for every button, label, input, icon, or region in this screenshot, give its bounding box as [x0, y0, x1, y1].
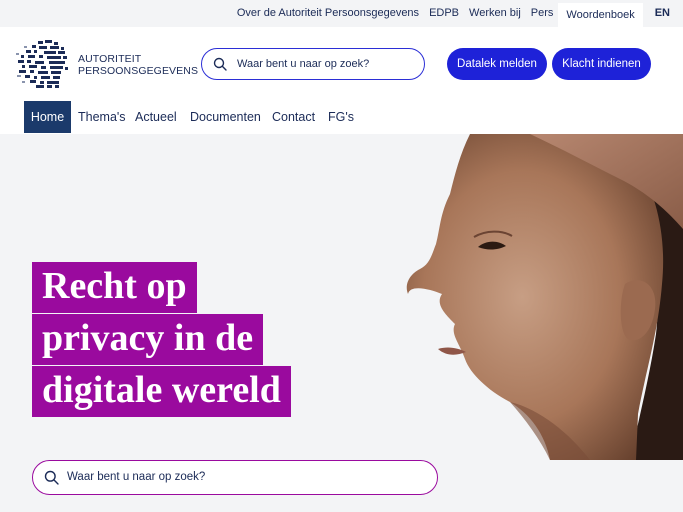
hero-search-input[interactable] [67, 461, 427, 493]
logo-line-2: PERSOONSGEGEVENS [78, 65, 199, 77]
klacht-indienen-button[interactable]: Klacht indienen [552, 48, 651, 80]
headline-line-2: privacy in de [32, 313, 291, 365]
hero-headline: Recht op privacy in de digitale wereld [32, 261, 291, 417]
link-werken-bij[interactable]: Werken bij [464, 0, 526, 27]
nav-item-documenten[interactable]: Documenten [190, 101, 261, 133]
link-edpb[interactable]: EDPB [424, 0, 464, 27]
site-logo[interactable]: AUTORITEIT PERSOONSGEGEVENS [16, 39, 198, 89]
datalek-melden-button[interactable]: Datalek melden [447, 48, 547, 80]
header-search[interactable] [201, 48, 425, 80]
site-header: AUTORITEIT PERSOONSGEGEVENS Datalek meld… [0, 27, 683, 101]
link-pers[interactable]: Pers [526, 0, 559, 27]
header-search-input[interactable] [237, 49, 417, 78]
utility-bar: Over de Autoriteit Persoonsgegevens EDPB… [0, 0, 683, 27]
search-icon [44, 470, 59, 485]
hero-section: Recht op privacy in de digitale wereld [0, 134, 683, 512]
logo-head-icon [16, 40, 68, 88]
main-nav: Home Thema's Actueel Documenten Contact … [0, 101, 683, 134]
nav-item-contact[interactable]: Contact [272, 101, 315, 133]
headline-line-3: digitale wereld [32, 365, 291, 417]
nav-item-home[interactable]: Home [24, 101, 71, 133]
link-over-ap[interactable]: Over de Autoriteit Persoonsgegevens [232, 0, 424, 27]
hero-portrait-image [406, 134, 683, 460]
search-icon [213, 57, 227, 71]
nav-item-fgs[interactable]: FG's [328, 101, 354, 133]
link-woordenboek[interactable]: Woordenboek [558, 3, 643, 27]
headline-line-1: Recht op [32, 261, 291, 313]
language-switch[interactable]: EN [643, 0, 683, 27]
logo-text: AUTORITEIT PERSOONSGEGEVENS [78, 53, 198, 77]
nav-item-actueel[interactable]: Actueel [135, 101, 177, 133]
nav-item-themas[interactable]: Thema's [78, 101, 126, 133]
hero-search[interactable] [32, 460, 438, 495]
logo-line-1: AUTORITEIT [78, 53, 142, 65]
utility-links: Over de Autoriteit Persoonsgegevens EDPB… [232, 0, 683, 27]
